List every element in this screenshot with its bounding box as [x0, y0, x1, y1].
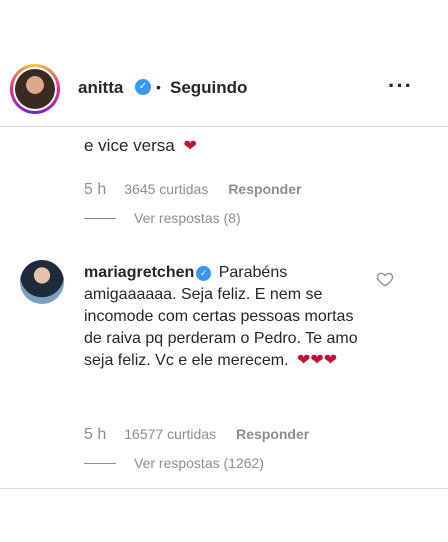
comment-time: 5 h: [84, 426, 107, 443]
comment-likes[interactable]: 16577 curtidas: [124, 426, 216, 442]
avatar-photo: [15, 69, 55, 109]
comment-likes[interactable]: 3645 curtidas: [124, 181, 208, 197]
view-replies-button[interactable]: Ver respostas (8): [84, 210, 241, 226]
view-replies-button[interactable]: Ver respostas (1262): [84, 455, 264, 471]
header-separator: •: [156, 79, 161, 95]
more-options-icon[interactable]: ···: [388, 73, 413, 99]
reply-button[interactable]: Responder: [228, 181, 301, 197]
replies-line: [84, 462, 116, 464]
comment-text: e vice versa ❤: [84, 136, 197, 156]
comment-body-block: mariagretchen ✓ Parabéns amigaaaaaa. Seja…: [84, 262, 374, 372]
replies-line: [84, 217, 116, 219]
avatar-anitta[interactable]: [10, 64, 60, 114]
view-replies-label: Ver respostas (1262): [134, 455, 264, 471]
comment-meta: 5 h 3645 curtidas Responder: [84, 181, 301, 199]
broken-heart-emoji-icon: ❤❤❤: [296, 352, 338, 369]
comment-meta: 5 h 16577 curtidas Responder: [84, 426, 309, 444]
broken-heart-emoji-icon: ❤: [183, 138, 197, 155]
view-replies-label: Ver respostas (8): [134, 210, 241, 226]
comment-body: e vice versa: [84, 136, 175, 155]
comment-username[interactable]: mariagretchen: [84, 264, 194, 281]
verified-check-icon: ✓: [135, 79, 151, 95]
header-username[interactable]: anitta: [78, 78, 123, 98]
heart-outline-icon[interactable]: [376, 270, 394, 288]
avatar-inner: [13, 67, 57, 111]
bottom-divider: [0, 488, 448, 489]
follow-status-button[interactable]: Seguindo: [170, 78, 247, 98]
header-divider: [0, 126, 448, 127]
verified-check-icon: ✓: [196, 266, 212, 281]
comment-time: 5 h: [84, 181, 107, 198]
reply-button[interactable]: Responder: [236, 426, 309, 442]
avatar-mariagretchen[interactable]: [20, 260, 64, 304]
post-header: anitta ✓ • Seguindo ···: [0, 58, 448, 126]
